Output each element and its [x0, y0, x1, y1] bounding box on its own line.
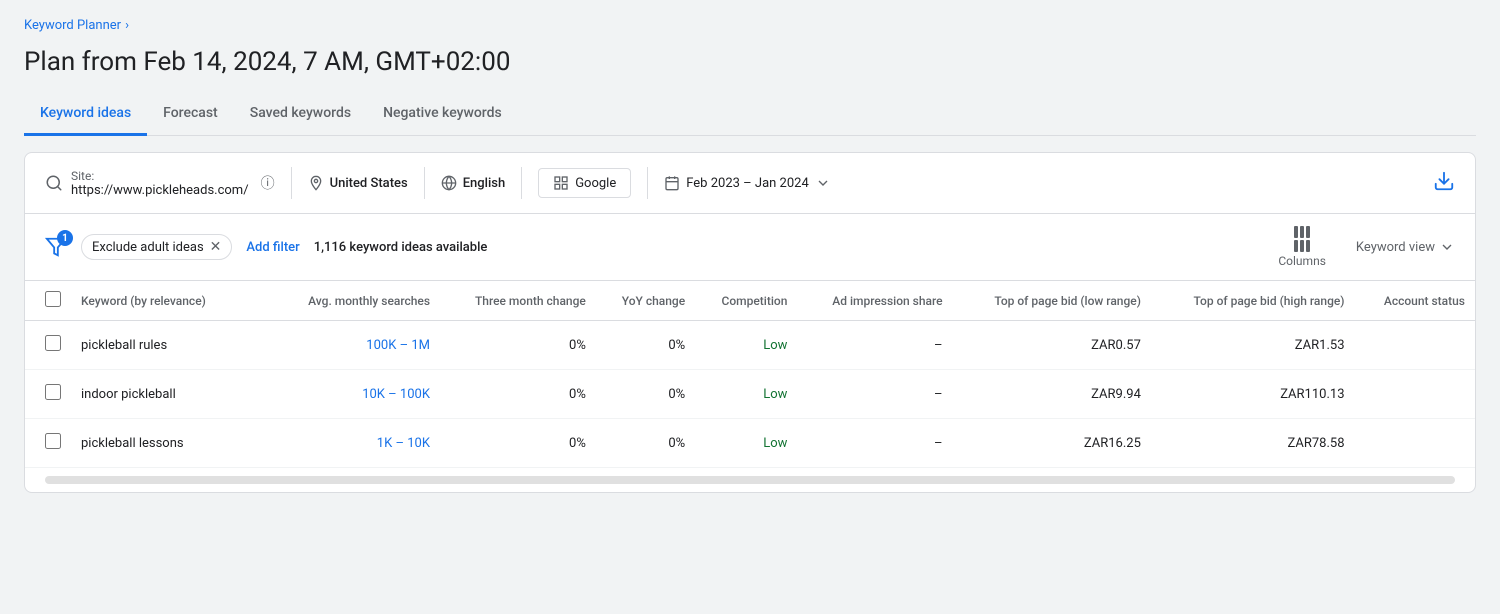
row-account-status [1355, 370, 1475, 419]
row-three-month: 0% [440, 321, 596, 370]
filter-icon-badge[interactable]: 1 [45, 236, 67, 258]
row-keyword: pickleball rules [71, 321, 271, 370]
exclude-adult-chip[interactable]: Exclude adult ideas ✕ [81, 234, 232, 260]
date-range-value: Feb 2023 – Jan 2024 [686, 176, 809, 191]
row-checkbox-cell[interactable] [25, 321, 71, 370]
row-avg-monthly: 100K – 1M [271, 321, 440, 370]
header-yoy-change: YoY change [596, 281, 695, 321]
header-competition: Competition [695, 281, 797, 321]
site-label: Site: [71, 169, 249, 183]
filter-bar-2: 1 Exclude adult ideas ✕ Add filter 1,116… [25, 214, 1475, 281]
header-top-bid-high: Top of page bid (high range) [1151, 281, 1355, 321]
divider-1 [291, 167, 292, 199]
keyword-view-label: Keyword view [1356, 240, 1435, 255]
keywords-table: Keyword (by relevance) Avg. monthly sear… [25, 281, 1475, 468]
row-three-month: 0% [440, 419, 596, 468]
tab-forecast[interactable]: Forecast [147, 95, 234, 136]
tab-saved-keywords[interactable]: Saved keywords [234, 95, 367, 136]
divider-3 [521, 167, 522, 199]
keyword-view-chevron-icon [1439, 239, 1455, 255]
row-account-status [1355, 419, 1475, 468]
row-top-bid-low: ZAR0.57 [953, 321, 1151, 370]
table-row: indoor pickleball 10K – 100K 0% 0% Low –… [25, 370, 1475, 419]
columns-icon [1294, 226, 1310, 252]
columns-button[interactable]: Columns [1278, 226, 1326, 268]
table-header-row: Keyword (by relevance) Avg. monthly sear… [25, 281, 1475, 321]
row-keyword: pickleball lessons [71, 419, 271, 468]
tab-keyword-ideas[interactable]: Keyword ideas [24, 95, 147, 136]
table-row: pickleball lessons 1K – 10K 0% 0% Low – … [25, 419, 1475, 468]
page-title: Plan from Feb 14, 2024, 7 AM, GMT+02:00 [24, 47, 1476, 77]
header-avg-monthly: Avg. monthly searches [271, 281, 440, 321]
row-checkbox[interactable] [45, 433, 61, 449]
select-all-checkbox[interactable] [45, 291, 61, 307]
row-checkbox[interactable] [45, 384, 61, 400]
row-checkbox-cell[interactable] [25, 419, 71, 468]
row-ad-impression: – [797, 370, 952, 419]
tab-negative-keywords[interactable]: Negative keywords [367, 95, 518, 136]
columns-label: Columns [1278, 254, 1326, 268]
location-icon [308, 175, 324, 191]
header-keyword: Keyword (by relevance) [71, 281, 271, 321]
site-info-icon[interactable]: ⓘ [261, 173, 275, 193]
header-checkbox[interactable] [25, 281, 71, 321]
row-competition: Low [695, 321, 797, 370]
site-url: https://www.pickleheads.com/ [71, 183, 249, 198]
horizontal-scrollbar[interactable] [45, 476, 1455, 484]
row-competition: Low [695, 370, 797, 419]
filter-badge: 1 [57, 230, 73, 246]
breadcrumb[interactable]: Keyword Planner › [24, 18, 1476, 33]
search-icon [45, 174, 63, 192]
chevron-down-icon [815, 175, 831, 191]
site-filter[interactable]: Site: https://www.pickleheads.com/ ⓘ [45, 169, 275, 198]
header-account-status: Account status [1355, 281, 1475, 321]
row-checkbox-cell[interactable] [25, 370, 71, 419]
header-top-bid-low: Top of page bid (low range) [953, 281, 1151, 321]
language-icon [441, 175, 457, 191]
location-filter[interactable]: United States [308, 175, 408, 191]
language-value: English [463, 176, 506, 191]
row-avg-monthly: 10K – 100K [271, 370, 440, 419]
ideas-count: 1,116 keyword ideas available [314, 240, 488, 255]
row-top-bid-high: ZAR78.58 [1151, 419, 1355, 468]
row-top-bid-high: ZAR110.13 [1151, 370, 1355, 419]
header-three-month: Three month change [440, 281, 596, 321]
row-ad-impression: – [797, 321, 952, 370]
row-three-month: 0% [440, 370, 596, 419]
language-filter[interactable]: English [441, 175, 506, 191]
breadcrumb-label: Keyword Planner [24, 18, 121, 33]
divider-2 [424, 167, 425, 199]
tabs: Keyword ideas Forecast Saved keywords Ne… [24, 95, 1476, 136]
header-ad-impression: Ad impression share [797, 281, 952, 321]
exclude-adult-label: Exclude adult ideas [92, 240, 204, 255]
date-range-filter[interactable]: Feb 2023 – Jan 2024 [664, 175, 831, 191]
breadcrumb-chevron: › [125, 18, 129, 33]
download-button[interactable] [1433, 170, 1455, 197]
exclude-adult-close-icon[interactable]: ✕ [210, 239, 222, 255]
row-yoy: 0% [596, 419, 695, 468]
location-value: United States [330, 176, 408, 191]
row-checkbox[interactable] [45, 335, 61, 351]
row-yoy: 0% [596, 321, 695, 370]
network-value: Google [575, 176, 616, 191]
row-account-status [1355, 321, 1475, 370]
main-card: Site: https://www.pickleheads.com/ ⓘ Uni… [24, 152, 1476, 493]
row-top-bid-high: ZAR1.53 [1151, 321, 1355, 370]
row-competition: Low [695, 419, 797, 468]
row-top-bid-low: ZAR9.94 [953, 370, 1151, 419]
row-top-bid-low: ZAR16.25 [953, 419, 1151, 468]
row-ad-impression: – [797, 419, 952, 468]
calendar-icon [664, 175, 680, 191]
add-filter-button[interactable]: Add filter [246, 240, 299, 255]
row-yoy: 0% [596, 370, 695, 419]
keyword-view-button[interactable]: Keyword view [1356, 239, 1455, 255]
network-filter[interactable]: Google [538, 168, 631, 198]
divider-4 [647, 167, 648, 199]
row-avg-monthly: 1K – 10K [271, 419, 440, 468]
filters-bar: Site: https://www.pickleheads.com/ ⓘ Uni… [25, 153, 1475, 214]
table-row: pickleball rules 100K – 1M 0% 0% Low – Z… [25, 321, 1475, 370]
row-keyword: indoor pickleball [71, 370, 271, 419]
network-icon [553, 175, 569, 191]
